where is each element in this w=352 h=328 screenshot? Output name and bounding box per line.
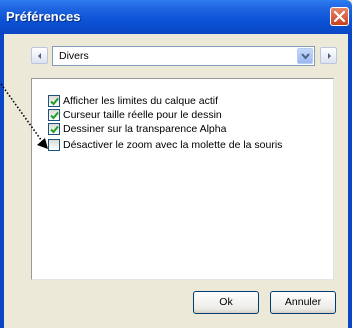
ok-button-label: Ok bbox=[219, 296, 233, 308]
preferences-dialog: Préférences Divers Afficher les limites … bbox=[0, 0, 352, 328]
cancel-button-label: Annuler bbox=[284, 296, 322, 308]
callout-arrow bbox=[0, 83, 48, 149]
cancel-button[interactable]: Annuler bbox=[270, 291, 336, 314]
ok-button[interactable]: Ok bbox=[193, 291, 259, 314]
